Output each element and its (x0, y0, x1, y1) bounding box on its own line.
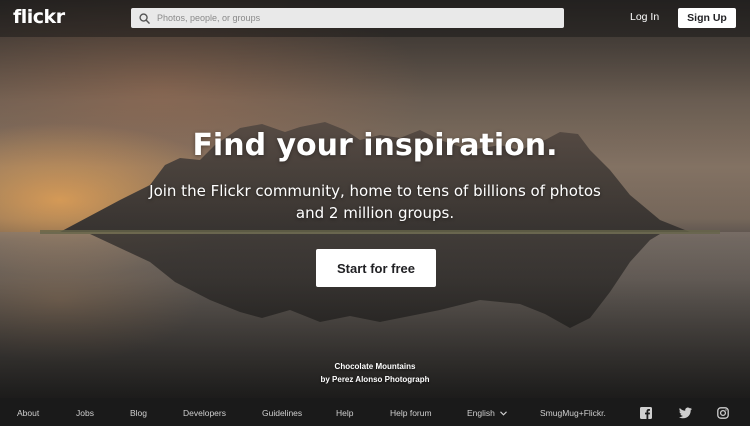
start-for-free-button[interactable]: Start for free (316, 249, 436, 287)
footer: About Jobs Blog Developers Guidelines He… (0, 398, 750, 426)
hero-subline: Join the Flickr community, home to tens … (149, 182, 601, 222)
photo-author[interactable]: by Perez Alonso Photograph (0, 375, 750, 384)
footer-link-help[interactable]: Help (336, 408, 353, 418)
search-bar[interactable] (131, 8, 564, 28)
twitter-icon[interactable] (679, 406, 692, 419)
signup-button[interactable]: Sign Up (678, 8, 736, 28)
chevron-down-icon (500, 408, 508, 418)
facebook-icon[interactable] (640, 406, 652, 419)
footer-link-jobs[interactable]: Jobs (76, 408, 94, 418)
footer-link-smugmug[interactable]: SmugMug+Flickr. (540, 408, 606, 418)
footer-link-developers[interactable]: Developers (183, 408, 226, 418)
footer-link-blog[interactable]: Blog (130, 408, 147, 418)
search-icon[interactable] (131, 8, 157, 28)
footer-link-guidelines[interactable]: Guidelines (262, 408, 302, 418)
photo-title[interactable]: Chocolate Mountains (0, 362, 750, 371)
top-navigation-bar: flickr Log In Sign Up (0, 0, 750, 37)
language-label: English (467, 408, 495, 418)
login-link[interactable]: Log In (630, 11, 659, 23)
language-selector[interactable]: English (467, 408, 508, 418)
footer-link-about[interactable]: About (17, 408, 39, 418)
footer-link-help-forum[interactable]: Help forum (390, 408, 432, 418)
search-input[interactable] (157, 8, 564, 28)
instagram-icon[interactable] (717, 406, 729, 419)
hero-headline: Find your inspiration. (192, 128, 558, 163)
flickr-logo[interactable]: flickr (13, 6, 65, 28)
